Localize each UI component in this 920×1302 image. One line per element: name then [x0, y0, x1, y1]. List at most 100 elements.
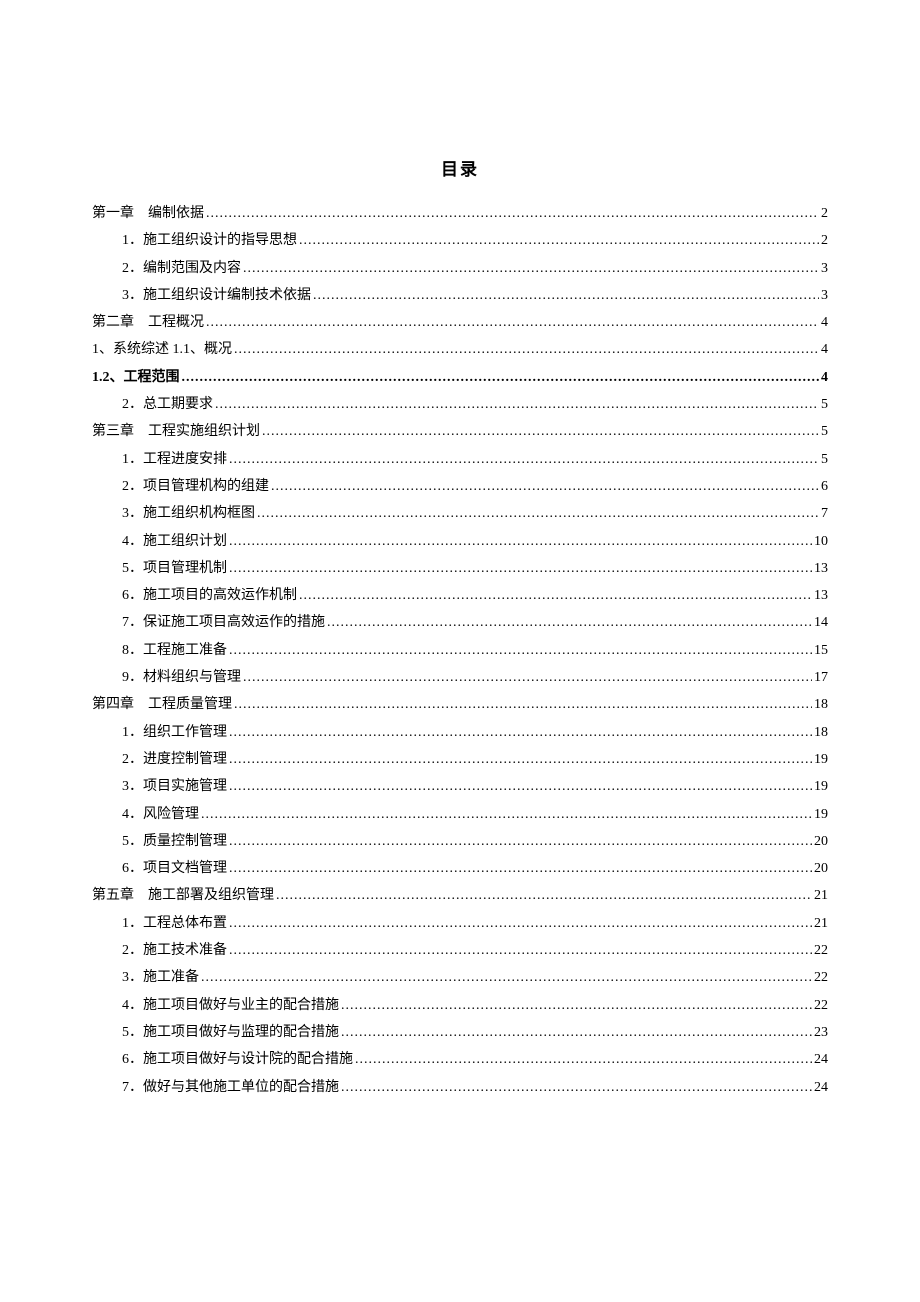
toc-entry: 5．施工项目做好与监理的配合措施23 — [92, 1019, 828, 1046]
toc-leader-dots — [271, 473, 819, 500]
toc-entry: 1、系统综述 1.1、概况4 — [92, 336, 828, 363]
toc-entry-page: 24 — [814, 1046, 828, 1073]
toc-entry-label: 2．施工技术准备 — [122, 937, 227, 964]
toc-entry: 5．项目管理机制 13 — [92, 555, 828, 582]
toc-entry-page: 19 — [814, 746, 828, 773]
toc-entry-label: 2．编制范围及内容 — [122, 255, 241, 282]
toc-leader-dots — [229, 528, 812, 555]
toc-entry-page: 22 — [814, 937, 828, 964]
toc-entry-page: 2 — [821, 227, 828, 254]
toc-entry-page: 5 — [821, 446, 828, 473]
toc-entry: 第三章 工程实施组织计划5 — [92, 418, 828, 445]
toc-entry-label: 3．施工组织设计编制技术依据 — [122, 282, 311, 309]
toc-entry: 4．施工组织计划10 — [92, 528, 828, 555]
toc-entry-label: 9．材料组织与管理 — [122, 664, 241, 691]
toc-entry-label: 7．做好与其他施工单位的配合措施 — [122, 1074, 339, 1101]
toc-entry-label: 2．总工期要求 — [122, 391, 213, 418]
toc-entry-page: 22 — [814, 964, 828, 991]
toc-leader-dots — [229, 828, 812, 855]
toc-entry: 第二章 工程概况 4 — [92, 309, 828, 336]
toc-entry-label: 第四章 工程质量管理 — [92, 691, 232, 718]
toc-entry-page: 4 — [821, 309, 828, 336]
toc-leader-dots — [243, 664, 812, 691]
toc-entry: 2．项目管理机构的组建6 — [92, 473, 828, 500]
toc-entry-page: 19 — [814, 773, 828, 800]
toc-entry: 3．项目实施管理 19 — [92, 773, 828, 800]
toc-entry-label: 1．组织工作管理 — [122, 719, 227, 746]
toc-leader-dots — [341, 992, 812, 1019]
toc-leader-dots — [229, 637, 812, 664]
toc-entry-label: 5．施工项目做好与监理的配合措施 — [122, 1019, 339, 1046]
toc-title: 目录 — [92, 155, 828, 180]
toc-entry-page: 22 — [814, 992, 828, 1019]
toc-entry-page: 13 — [814, 555, 828, 582]
toc-entry: 6．施工项目的高效运作机制13 — [92, 582, 828, 609]
toc-entry-label: 第一章 编制依据 — [92, 200, 204, 227]
toc-entry: 3．施工组织机构框图7 — [92, 500, 828, 527]
toc-entry-page: 4 — [821, 364, 828, 391]
toc-entry-page: 21 — [814, 910, 828, 937]
toc-entry-label: 1．施工组织设计的指导思想 — [122, 227, 297, 254]
toc-entry-page: 20 — [814, 828, 828, 855]
toc-entry: 1.2、工程范围 4 — [92, 364, 828, 391]
toc-entry-page: 20 — [814, 855, 828, 882]
toc-leader-dots — [229, 910, 812, 937]
toc-entry-page: 4 — [821, 336, 828, 363]
toc-entry-label: 3．施工准备 — [122, 964, 199, 991]
toc-entry: 第五章 施工部署及组织管理 21 — [92, 882, 828, 909]
toc-entry-page: 13 — [814, 582, 828, 609]
toc-leader-dots — [229, 555, 812, 582]
toc-entry-label: 第二章 工程概况 — [92, 309, 204, 336]
toc-entry-label: 6．施工项目做好与设计院的配合措施 — [122, 1046, 353, 1073]
toc-entry: 3．施工组织设计编制技术依据 3 — [92, 282, 828, 309]
toc-leader-dots — [229, 719, 812, 746]
toc-leader-dots — [182, 364, 820, 391]
toc-entry-page: 18 — [814, 691, 828, 718]
toc-entry-label: 6．项目文档管理 — [122, 855, 227, 882]
toc-leader-dots — [206, 309, 819, 336]
toc-leader-dots — [341, 1074, 812, 1101]
toc-entry: 4．施工项目做好与业主的配合措施22 — [92, 992, 828, 1019]
toc-entry: 4．风险管理19 — [92, 801, 828, 828]
toc-entry: 2．总工期要求 5 — [92, 391, 828, 418]
toc-leader-dots — [327, 609, 812, 636]
toc-entry-label: 5．项目管理机制 — [122, 555, 227, 582]
toc-entry-page: 7 — [821, 500, 828, 527]
toc-entry: 3．施工准备 22 — [92, 964, 828, 991]
toc-leader-dots — [257, 500, 819, 527]
toc-entry: 2．施工技术准备 22 — [92, 937, 828, 964]
toc-entry: 2．进度控制管理 19 — [92, 746, 828, 773]
toc-entry: 1．施工组织设计的指导思想 2 — [92, 227, 828, 254]
toc-entry-page: 14 — [814, 609, 828, 636]
toc-entry-label: 4．施工组织计划 — [122, 528, 227, 555]
toc-leader-dots — [341, 1019, 812, 1046]
toc-leader-dots — [215, 391, 819, 418]
toc-entry-label: 3．项目实施管理 — [122, 773, 227, 800]
toc-leader-dots — [206, 200, 819, 227]
toc-entry-page: 15 — [814, 637, 828, 664]
toc-entry-label: 1.2、工程范围 — [92, 364, 180, 391]
toc-entry: 1．工程总体布置 21 — [92, 910, 828, 937]
toc-entry-label: 第三章 工程实施组织计划 — [92, 418, 260, 445]
toc-leader-dots — [243, 255, 819, 282]
toc-leader-dots — [313, 282, 819, 309]
toc-leader-dots — [299, 582, 812, 609]
toc-entry-page: 5 — [821, 391, 828, 418]
toc-entry-label: 8．工程施工准备 — [122, 637, 227, 664]
toc-leader-dots — [234, 336, 819, 363]
toc-entry-page: 21 — [814, 882, 828, 909]
toc-entry-label: 1．工程总体布置 — [122, 910, 227, 937]
toc-entry: 5．质量控制管理 20 — [92, 828, 828, 855]
toc-entry: 7．保证施工项目高效运作的措施14 — [92, 609, 828, 636]
toc-entry-label: 5．质量控制管理 — [122, 828, 227, 855]
toc-entry: 第四章 工程质量管理 18 — [92, 691, 828, 718]
toc-leader-dots — [229, 746, 812, 773]
toc-entry-label: 2．进度控制管理 — [122, 746, 227, 773]
toc-entry-label: 第五章 施工部署及组织管理 — [92, 882, 274, 909]
toc-leader-dots — [234, 691, 812, 718]
toc-entry: 第一章 编制依据2 — [92, 200, 828, 227]
toc-entry-page: 3 — [821, 282, 828, 309]
toc-entry: 9．材料组织与管理17 — [92, 664, 828, 691]
toc-leader-dots — [299, 227, 819, 254]
toc-leader-dots — [229, 855, 812, 882]
